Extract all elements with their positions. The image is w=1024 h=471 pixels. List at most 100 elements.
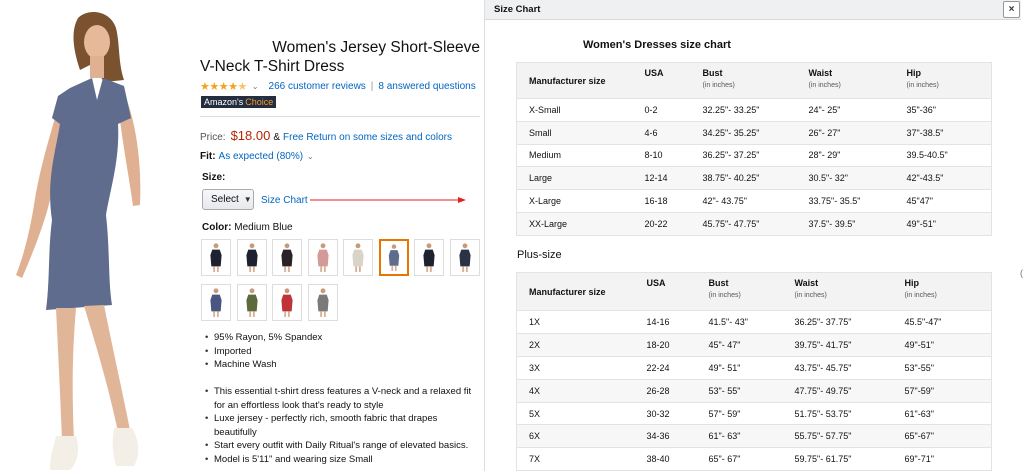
- answered-questions-link[interactable]: 8 answered questions: [378, 81, 475, 92]
- chevron-down-icon[interactable]: ⌄: [307, 152, 314, 161]
- description-item: Luxe jersey - perfectly rich, smooth fab…: [204, 412, 482, 439]
- cell-bust: 57"- 59": [708, 401, 795, 425]
- header-manufacturer: Manufacturer size: [516, 272, 647, 311]
- cell-waist: 37.5"- 39.5": [808, 211, 907, 236]
- star-rating-icon[interactable]: ★★★★★: [200, 80, 247, 93]
- color-swatch[interactable]: [272, 284, 302, 321]
- cell-bust: 42"- 43.75": [702, 189, 809, 213]
- product-info: Women's Jersey Short-Sleeve V-Neck T-Shi…: [200, 0, 482, 471]
- cell-size: 7X: [516, 447, 647, 471]
- chevron-down-icon[interactable]: ⌄: [252, 82, 259, 91]
- cell-size: Small: [516, 120, 645, 145]
- header-unit: (in inches): [708, 292, 741, 299]
- cell-usa: 20-22: [644, 211, 703, 236]
- cell-bust: 34.25"- 35.25": [702, 120, 809, 145]
- cell-size: Medium: [516, 143, 645, 167]
- color-swatch[interactable]: [201, 239, 231, 276]
- cell-size: XX-Large: [516, 211, 645, 236]
- table2-title: Plus-size: [517, 249, 562, 261]
- color-swatch[interactable]: [236, 239, 267, 276]
- color-swatch[interactable]: [449, 239, 480, 276]
- swatch-dress-icon: [388, 244, 399, 271]
- amazons-choice-badge[interactable]: Amazon's Choice: [201, 96, 277, 108]
- fit-label: Fit:: [200, 151, 216, 162]
- chevron-down-icon: ▼: [243, 195, 252, 204]
- table-row: 4X 26-28 53"- 55" 47.75"- 49.75" 57"-59": [516, 378, 992, 403]
- cell-waist: 33.75"- 35.5": [808, 189, 907, 213]
- header-hip: Hip (in inches): [906, 62, 992, 99]
- cell-hip: 45"47": [906, 189, 992, 213]
- price-row: Price: $18.00 & Free Return on some size…: [200, 128, 452, 143]
- fit-value-link[interactable]: As expected (80%): [219, 151, 304, 162]
- swatch-dress-icon: [352, 243, 364, 272]
- cell-waist: 51.75"- 53.75": [794, 401, 905, 425]
- header-unit: (in inches): [904, 292, 937, 299]
- color-swatch[interactable]: [272, 239, 302, 276]
- cell-hip: 69"-71": [904, 447, 992, 471]
- cell-usa: 14-16: [646, 310, 709, 334]
- header-usa: USA: [646, 272, 709, 311]
- color-swatch[interactable]: [201, 284, 231, 321]
- swatch-dress-icon: [458, 243, 471, 272]
- table-row: Small 4-6 34.25"- 35.25" 26"- 27" 37"-38.5": [516, 120, 992, 145]
- header-waist: Waist (in inches): [808, 62, 907, 99]
- table2-body: 1X 14-16 41.5"- 43" 36.25"- 37.75" 45.5"-47"…: [516, 310, 992, 471]
- cell-hip: 35"-36": [906, 98, 992, 122]
- cell-size: Large: [516, 166, 645, 190]
- product-main-image[interactable]: [0, 0, 195, 471]
- table-row: Medium 8-10 36.25"- 37.25" 28"- 29" 39.5-40.…: [516, 143, 992, 167]
- cell-bust: 36.25"- 37.25": [702, 143, 809, 167]
- header-unit: (in inches): [702, 82, 735, 89]
- cell-bust: 49"- 51": [708, 355, 795, 380]
- cell-size: X-Large: [516, 189, 645, 213]
- side-handle: (: [1020, 268, 1023, 278]
- cell-bust: 45.75"- 47.75": [702, 211, 809, 236]
- reviews-link[interactable]: 266 customer reviews: [269, 81, 366, 92]
- dress-shape: [46, 78, 131, 310]
- cell-usa: 22-24: [646, 355, 709, 380]
- cell-hip: 53"-55": [904, 355, 992, 380]
- cell-waist: 55.75"- 57.75": [794, 424, 905, 448]
- header-usa: USA: [644, 62, 703, 99]
- color-swatch[interactable]: [236, 284, 267, 321]
- free-return-link[interactable]: Free Return on some sizes and colors: [283, 132, 452, 143]
- table-row: 5X 30-32 57"- 59" 51.75"- 53.75" 61"-63": [516, 401, 992, 425]
- badge-part2: Choice: [245, 96, 277, 108]
- cell-size: 1X: [516, 310, 647, 334]
- feature-item: Machine Wash: [204, 358, 482, 372]
- feature-item: 95% Rayon, 5% Spandex: [204, 331, 482, 345]
- color-swatch[interactable]: [343, 239, 373, 276]
- description-list: This essential t-shirt dress features a …: [204, 385, 482, 466]
- product-title: Women's Jersey Short-Sleeve V-Neck T-Shi…: [200, 38, 480, 76]
- swatch-dress-icon: [316, 243, 329, 272]
- header-bust: Bust (in inches): [708, 272, 795, 311]
- cell-usa: 16-18: [644, 189, 703, 213]
- color-swatch[interactable]: [414, 239, 444, 276]
- color-swatch[interactable]: [307, 239, 338, 276]
- description-item: Model is 5'11" and wearing size Small: [204, 453, 482, 467]
- color-swatch[interactable]: [307, 284, 338, 321]
- color-swatch[interactable]: [378, 239, 409, 276]
- cell-size: 3X: [516, 355, 647, 380]
- size-select[interactable]: Select ▼: [202, 189, 254, 210]
- close-button[interactable]: ×: [1003, 1, 1020, 18]
- table-row: 2X 18-20 45"- 47" 39.75"- 41.75" 49"-51": [516, 332, 992, 357]
- red-arrow-annotation: [310, 197, 466, 203]
- cell-usa: 38-40: [646, 447, 709, 471]
- table-row: X-Small 0-2 32.25"- 33.25" 24"- 25" 35"-36": [516, 98, 992, 122]
- rating-row: ★★★★★ ⌄ 266 customer reviews | 8 answere…: [200, 79, 480, 93]
- womens-size-table: Manufacturer size USA Bust (in inches) Wa…: [516, 62, 992, 236]
- header-manufacturer: Manufacturer size: [516, 62, 645, 99]
- size-chart-link[interactable]: Size Chart: [261, 195, 308, 206]
- price-label: Price:: [200, 132, 226, 143]
- cell-hip: 45.5"-47": [904, 310, 992, 334]
- cell-size: 4X: [516, 378, 647, 403]
- header-usa-label: USA: [644, 68, 664, 78]
- header-unit: (in inches): [906, 82, 939, 89]
- cell-hip: 37"-38.5": [906, 120, 992, 145]
- cell-hip: 57"-59": [904, 378, 992, 403]
- cell-hip: 61"-63": [904, 401, 992, 425]
- cell-usa: 4-6: [644, 120, 703, 145]
- cell-size: 5X: [516, 401, 647, 425]
- swatch-dress-icon: [316, 288, 329, 317]
